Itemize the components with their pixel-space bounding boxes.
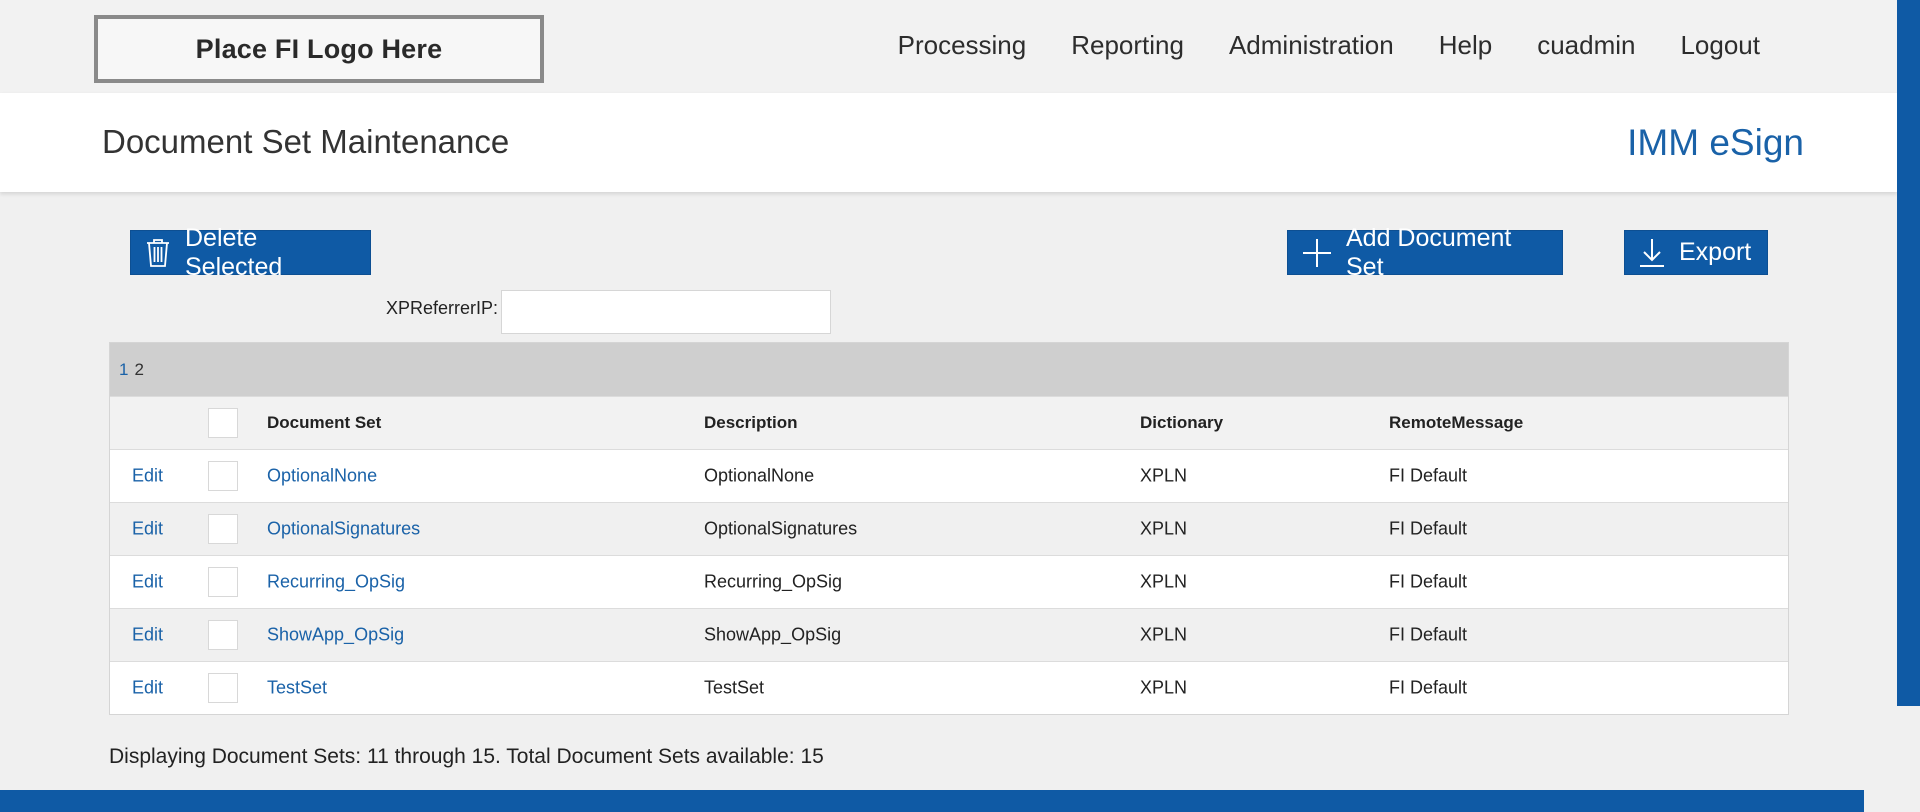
nav-user[interactable]: cuadmin bbox=[1537, 30, 1635, 61]
export-label: Export bbox=[1679, 238, 1752, 266]
remote-message-cell: FI Default bbox=[1389, 465, 1468, 486]
product-brand: IMM eSign bbox=[1627, 122, 1804, 163]
bottom-bar bbox=[0, 790, 1864, 812]
pagination-summary: Displaying Document Sets: 11 through 15.… bbox=[109, 745, 824, 768]
remote-message-cell: FI Default bbox=[1389, 624, 1468, 645]
document-set-link[interactable]: Recurring_OpSig bbox=[267, 572, 405, 593]
document-set-link[interactable]: OptionalSignatures bbox=[267, 519, 420, 540]
dictionary-cell: XPLN bbox=[1140, 465, 1188, 486]
select-all-checkbox[interactable] bbox=[208, 408, 238, 438]
document-set-link[interactable]: OptionalNone bbox=[267, 466, 377, 487]
nav-processing[interactable]: Processing bbox=[898, 30, 1027, 61]
xpreferrerip-input[interactable] bbox=[501, 290, 831, 334]
description-cell: Recurring_OpSig bbox=[704, 571, 843, 592]
page-header: Document Set Maintenance IMM eSign bbox=[0, 93, 1897, 192]
top-nav-bar: Place FI Logo Here Processing Reporting … bbox=[0, 0, 1897, 93]
nav-logout[interactable]: Logout bbox=[1680, 30, 1760, 61]
table-row: Edit TestSet TestSet XPLN FI Default bbox=[110, 661, 1788, 714]
edit-link[interactable]: Edit bbox=[132, 572, 163, 593]
page-link-1[interactable]: 1 bbox=[119, 360, 128, 380]
edit-link[interactable]: Edit bbox=[132, 519, 163, 540]
nav-administration[interactable]: Administration bbox=[1229, 30, 1394, 61]
delete-selected-label: Delete Selected bbox=[185, 223, 283, 281]
column-header-dictionary[interactable]: Dictionary bbox=[1140, 413, 1223, 433]
dictionary-cell: XPLN bbox=[1140, 571, 1188, 592]
delete-selected-button[interactable]: Delete Selected bbox=[130, 224, 371, 281]
row-checkbox[interactable] bbox=[208, 620, 238, 650]
column-header-remotemessage[interactable]: RemoteMessage bbox=[1389, 413, 1523, 433]
page-title: Document Set Maintenance bbox=[102, 123, 510, 160]
page-current-2[interactable]: 2 bbox=[134, 360, 143, 380]
add-document-set-label: Add Document Set bbox=[1346, 223, 1512, 281]
description-cell: ShowApp_OpSig bbox=[704, 624, 842, 645]
edit-link[interactable]: Edit bbox=[132, 678, 163, 699]
add-document-set-button[interactable]: Add Document Set bbox=[1287, 224, 1563, 281]
column-header-description[interactable]: Description bbox=[704, 413, 798, 433]
xpreferrerip-label: XPReferrerIP: bbox=[386, 298, 499, 318]
logo-placeholder: Place FI Logo Here bbox=[94, 15, 544, 83]
pager: 1 2 bbox=[110, 343, 1788, 396]
table-header-row: Document Set Description Dictionary Remo… bbox=[110, 396, 1788, 449]
plus-icon bbox=[1302, 238, 1332, 268]
description-cell: OptionalNone bbox=[704, 465, 815, 486]
dictionary-cell: XPLN bbox=[1140, 518, 1188, 539]
row-checkbox[interactable] bbox=[208, 514, 238, 544]
main-nav: Processing Reporting Administration Help… bbox=[853, 30, 1760, 61]
row-checkbox[interactable] bbox=[208, 567, 238, 597]
description-cell: TestSet bbox=[704, 677, 765, 698]
table-row: Edit ShowApp_OpSig ShowApp_OpSig XPLN FI… bbox=[110, 608, 1788, 661]
dictionary-cell: XPLN bbox=[1140, 677, 1188, 698]
column-header-document-set[interactable]: Document Set bbox=[267, 413, 381, 433]
edit-link[interactable]: Edit bbox=[132, 466, 163, 487]
document-set-link[interactable]: ShowApp_OpSig bbox=[267, 625, 404, 646]
nav-help[interactable]: Help bbox=[1439, 30, 1492, 61]
remote-message-cell: FI Default bbox=[1389, 518, 1468, 539]
remote-message-cell: FI Default bbox=[1389, 571, 1468, 592]
trash-icon bbox=[145, 238, 171, 268]
download-icon bbox=[1639, 238, 1665, 268]
export-button[interactable]: Export bbox=[1624, 230, 1768, 275]
table-row: Edit Recurring_OpSig Recurring_OpSig XPL… bbox=[110, 555, 1788, 608]
document-set-link[interactable]: TestSet bbox=[267, 678, 327, 699]
remote-message-cell: FI Default bbox=[1389, 677, 1468, 698]
table-row: Edit OptionalNone OptionalNone XPLN FI D… bbox=[110, 449, 1788, 502]
table-row: Edit OptionalSignatures OptionalSignatur… bbox=[110, 502, 1788, 555]
description-cell: OptionalSignatures bbox=[704, 518, 858, 539]
nav-reporting[interactable]: Reporting bbox=[1071, 30, 1184, 61]
row-checkbox[interactable] bbox=[208, 673, 238, 703]
vertical-scrollbar[interactable] bbox=[1897, 0, 1920, 706]
row-checkbox[interactable] bbox=[208, 461, 238, 491]
dictionary-cell: XPLN bbox=[1140, 624, 1188, 645]
document-set-grid: 1 2 Document Set Description Dictionary … bbox=[109, 342, 1789, 715]
edit-link[interactable]: Edit bbox=[132, 625, 163, 646]
